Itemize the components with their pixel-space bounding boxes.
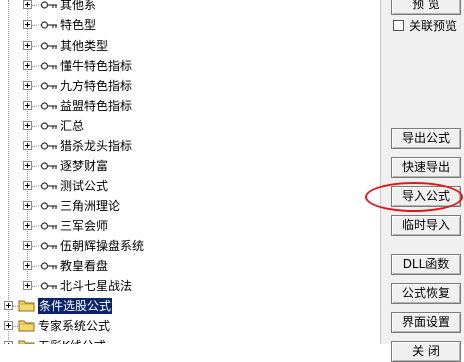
tree-item[interactable]: 懂牛特色指标 [0,56,380,76]
tree-item[interactable]: 测试公式 [0,176,380,196]
tree-item[interactable]: 猎杀龙头指标 [0,136,380,156]
dll-function-button[interactable]: DLL函数 [391,254,461,275]
tree-item[interactable]: 伍朝辉操盘系统 [0,236,380,256]
tree-item-label: 伍朝辉操盘系统 [60,239,145,253]
tree-item-label: 其他系 [60,0,97,12]
expand-icon[interactable] [4,321,13,330]
tree-item[interactable]: 九方特色指标 [0,76,380,96]
formula-tree[interactable]: 其他系特色型其他类型懂牛特色指标 九方特色指标 益盟特色指标 汇总猎杀龙头指标 逐梦财富… [0,0,380,344]
tree-root-folder[interactable]: 条件选股公式 [0,296,380,316]
formula-key-icon [36,280,58,292]
close-button[interactable]: 关 闭 [391,341,461,362]
tree-item[interactable]: 汇总 [0,116,380,136]
tree-item[interactable]: 逐梦财富 [0,156,380,176]
tree-item-label: 猎杀龙头指标 [60,139,133,153]
formula-key-icon [36,120,58,132]
formula-key-icon [36,240,58,252]
link-preview-label: 关联预览 [409,19,458,33]
link-preview-checkbox[interactable] [393,20,404,31]
formula-key-icon [36,40,58,52]
tree-root-label: 专家系统公式 [38,319,111,333]
tree-item-label: 北斗七星战法 [60,279,133,293]
tree-item-label: 教皇看盘 [60,259,109,273]
expand-icon[interactable] [23,161,32,170]
export-formula-button[interactable]: 导出公式 [391,128,461,149]
tree-item-label: 三军会师 [60,219,109,233]
preview-button[interactable]: 预 览 [391,0,461,15]
formula-key-icon [36,60,58,72]
tree-root-folder[interactable]: 五彩K线公式 [0,336,380,344]
expand-icon[interactable] [23,221,32,230]
tree-item[interactable]: 教皇看盘 [0,256,380,276]
expand-icon[interactable] [23,61,32,70]
expand-icon[interactable] [23,241,32,250]
tree-root-label: 条件选股公式 [38,298,113,314]
formula-key-icon [36,200,58,212]
formula-key-icon [36,160,58,172]
folder-icon [18,338,36,344]
tree-item[interactable]: 其他类型 [0,36,380,56]
tree-item[interactable]: 其他系 [0,0,380,15]
expand-icon[interactable] [23,281,32,290]
formula-key-icon [36,0,58,11]
tree-item[interactable]: 北斗七星战法 [0,276,380,296]
folder-icon [18,298,36,313]
formula-key-icon [36,80,58,92]
tree-item-label: 益盟特色指标 [60,99,133,113]
formula-key-icon [36,100,58,112]
expand-icon[interactable] [23,81,32,90]
tree-item-label: 逐梦财富 [60,159,109,173]
formula-key-icon [36,19,58,31]
tree-root-folder[interactable]: 专家系统公式 [0,316,380,336]
quick-export-button[interactable]: 快速导出 [391,157,461,178]
expand-icon[interactable] [23,201,32,210]
formula-key-icon [36,140,58,152]
import-formula-button[interactable]: 导入公式 [391,186,461,207]
expand-icon[interactable] [23,41,32,50]
tree-item-label: 九方特色指标 [60,79,133,93]
tree-item-label: 测试公式 [60,179,109,193]
tree-item-label: 特色型 [60,18,97,32]
expand-icon[interactable] [4,301,13,310]
expand-icon[interactable] [23,20,32,29]
formula-restore-button[interactable]: 公式恢复 [391,283,461,304]
tree-item-label: 其他类型 [60,39,109,53]
ui-settings-button[interactable]: 界面设置 [391,312,461,333]
tree-item[interactable]: 益盟特色指标 [0,96,380,116]
temp-import-button[interactable]: 临时导入 [391,215,461,236]
tree-item-label: 三角洲理论 [60,199,121,213]
expand-icon[interactable] [23,101,32,110]
tree-item[interactable]: 特色型 [0,15,380,35]
tree-item-label: 汇总 [60,119,85,133]
expand-icon[interactable] [23,121,32,130]
expand-icon[interactable] [23,261,32,270]
expand-icon[interactable] [23,181,32,190]
tree-item[interactable]: 三角洲理论 [0,196,380,216]
formula-key-icon [36,180,58,192]
tree-root-label: 五彩K线公式 [38,338,106,344]
formula-key-icon [36,220,58,232]
tree-item-label: 懂牛特色指标 [60,59,133,73]
tree-item[interactable]: 三军会师 [0,216,380,236]
expand-icon[interactable] [23,141,32,150]
formula-key-icon [36,260,58,272]
right-button-panel: 预 览 关联预览 导出公式 快速导出 导入公式 临时导入 DLL函数 公式恢复 … [380,0,464,362]
folder-icon [18,318,36,333]
expand-icon[interactable] [23,0,32,9]
